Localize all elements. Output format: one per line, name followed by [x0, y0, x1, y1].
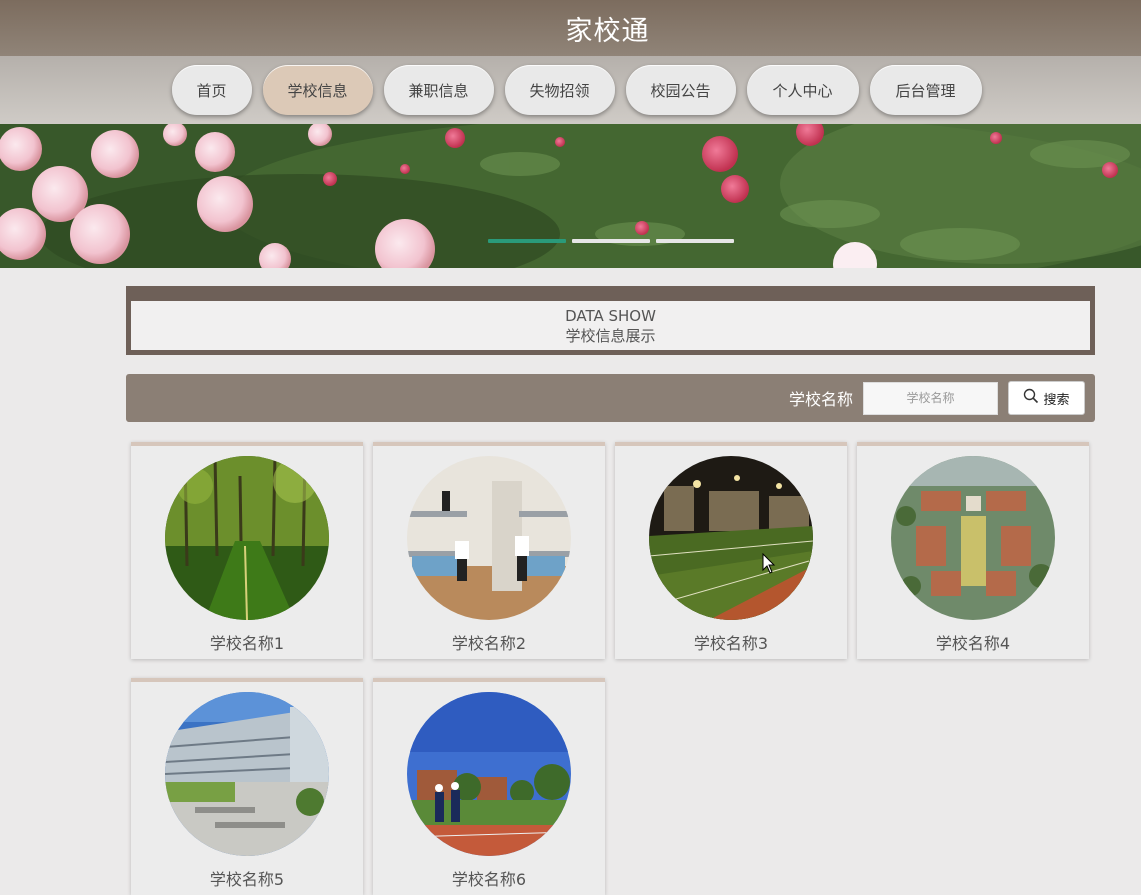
school-photo [407, 692, 571, 856]
app-header: 家校通 [0, 0, 1141, 56]
nav-school-info[interactable]: 学校信息 [262, 65, 373, 115]
school-name: 学校名称1 [209, 634, 285, 653]
school-photo [165, 456, 329, 620]
school-photo [407, 456, 571, 620]
carousel-dot-2[interactable] [572, 239, 650, 243]
school-name: 学校名称2 [451, 634, 527, 653]
section-title-cn: 学校信息展示 [565, 326, 656, 345]
nav-parttime-info[interactable]: 兼职信息 [383, 65, 494, 115]
nav-personal-center[interactable]: 个人中心 [746, 65, 859, 115]
section-title-en: DATA SHOW [565, 306, 656, 325]
search-icon [1023, 388, 1039, 408]
school-card-grid: 学校名称1 学校名称2 学校名称3 学校名称4 学校名称5 学校名称6 [131, 442, 1091, 895]
nav-campus-notice[interactable]: 校园公告 [625, 65, 736, 115]
banner-image [0, 124, 1141, 268]
school-name: 学校名称3 [693, 634, 769, 653]
search-label: 学校名称 [788, 390, 853, 409]
search-button[interactable]: 搜索 [1008, 381, 1085, 415]
school-card[interactable]: 学校名称1 [131, 442, 363, 659]
nav-admin[interactable]: 后台管理 [869, 65, 982, 115]
school-photo [165, 692, 329, 856]
search-bar: 学校名称 搜索 [126, 374, 1095, 422]
school-name: 学校名称6 [451, 870, 527, 889]
app-title: 家校通 [565, 15, 650, 47]
school-name: 学校名称4 [935, 634, 1011, 653]
school-photo [649, 456, 813, 620]
school-card[interactable]: 学校名称5 [131, 678, 363, 895]
carousel-dot-3[interactable] [656, 239, 734, 243]
main-nav: 首页 学校信息 兼职信息 失物招领 校园公告 个人中心 后台管理 [0, 56, 1141, 124]
carousel-dot-1[interactable] [488, 239, 566, 243]
school-card[interactable]: 学校名称6 [373, 678, 605, 895]
nav-lost-found[interactable]: 失物招领 [504, 65, 615, 115]
school-card[interactable]: 学校名称4 [857, 442, 1089, 659]
carousel-indicators [488, 239, 734, 243]
section-title-box: DATA SHOW 学校信息展示 [126, 286, 1095, 355]
nav-home[interactable]: 首页 [171, 65, 252, 115]
school-card[interactable]: 学校名称2 [373, 442, 605, 659]
school-photo [891, 456, 1055, 620]
banner-carousel[interactable] [0, 124, 1141, 268]
search-button-label: 搜索 [1043, 392, 1070, 408]
school-card[interactable]: 学校名称3 [615, 442, 847, 659]
school-name: 学校名称5 [209, 870, 285, 889]
school-name-search-input[interactable] [863, 381, 998, 415]
